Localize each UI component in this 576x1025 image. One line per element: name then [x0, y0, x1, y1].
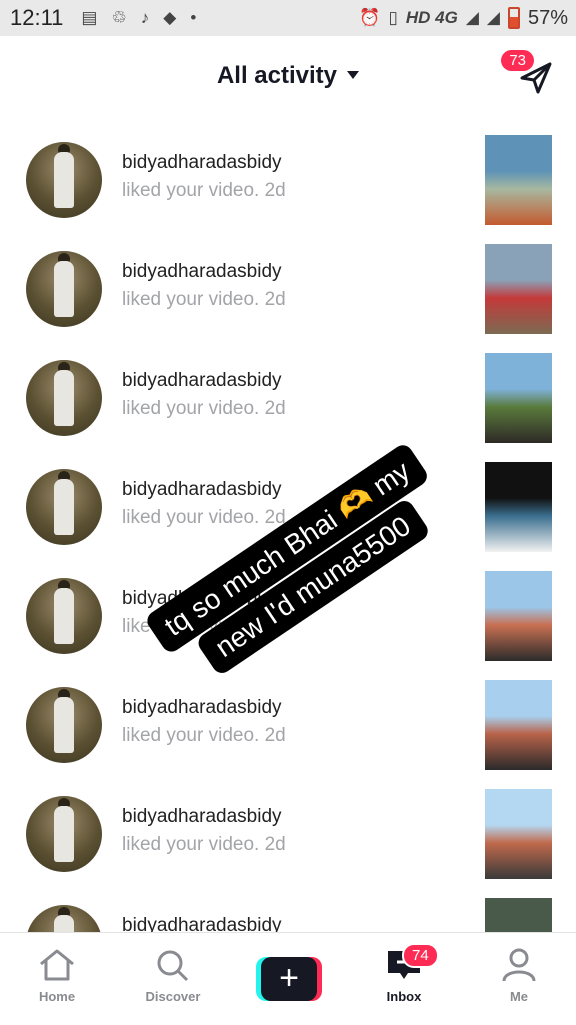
activity-action: liked your video.	[122, 180, 260, 201]
message-notification-icon: ▤	[81, 8, 98, 27]
activity-age: 2d	[264, 725, 286, 746]
video-thumbnail[interactable]	[485, 462, 552, 552]
activity-age: 2d	[264, 398, 286, 419]
header: All activity 73	[0, 36, 576, 122]
video-thumbnail[interactable]	[485, 244, 552, 334]
activity-text: liked your video. 2d	[122, 289, 286, 311]
avatar[interactable]	[26, 796, 102, 872]
status-time: 12:11	[10, 5, 64, 30]
activity-username[interactable]: bidyadharadasbidy	[122, 806, 282, 828]
network-type: HD 4G	[405, 8, 458, 27]
avatar[interactable]	[26, 360, 102, 436]
activity-username[interactable]: bidyadharadasbidy	[122, 697, 282, 719]
profile-icon	[502, 948, 536, 982]
video-thumbnail[interactable]	[485, 898, 552, 932]
activity-text: liked your video. 2d	[122, 507, 286, 529]
search-icon	[157, 950, 189, 982]
notification-icons: ▤ ♲ ♪ ◆ •	[81, 8, 196, 28]
home-icon	[40, 949, 74, 981]
payment-notification-icon: ◆	[163, 8, 177, 27]
battery-percent: 57%	[527, 6, 568, 29]
plus-icon: +	[261, 957, 317, 1001]
activity-username[interactable]: bidyadharadasbidy	[122, 261, 282, 283]
avatar[interactable]	[26, 578, 102, 654]
tab-inbox-label: Inbox	[386, 989, 422, 1004]
battery-icon	[507, 7, 520, 29]
activity-row[interactable]: bidyadharadasbidy liked your video. 2d	[0, 667, 576, 776]
avatar[interactable]	[26, 251, 102, 327]
activity-username[interactable]: bidyadharadasbidy	[122, 152, 282, 174]
activity-age: 2d	[264, 180, 286, 201]
activity-filter-dropdown[interactable]: All activity	[0, 62, 576, 90]
activity-text: liked your video. 2d	[122, 398, 286, 420]
video-thumbnail[interactable]	[485, 571, 552, 661]
activity-username[interactable]: bidyadharadasbidy	[122, 370, 282, 392]
avatar[interactable]	[26, 687, 102, 763]
inbox-badge: 74	[402, 943, 439, 968]
video-thumbnail[interactable]	[485, 135, 552, 225]
activity-age: 2d	[264, 289, 286, 310]
activity-row[interactable]: bidyadharadasbidy liked your video. 2d	[0, 776, 576, 885]
activity-action: liked your video.	[122, 289, 260, 310]
tab-discover[interactable]: Discover	[123, 947, 223, 1004]
avatar[interactable]	[26, 469, 102, 545]
page-title: All activity	[216, 62, 338, 89]
activity-username[interactable]: bidyadharadasbidy	[122, 915, 282, 932]
activity-row[interactable]: bidyadharadasbidy	[0, 885, 576, 932]
tiktok-notification-icon: ♪	[140, 8, 150, 27]
caret-down-icon	[347, 70, 360, 79]
video-thumbnail[interactable]	[485, 680, 552, 770]
alarm-icon: ⏰	[359, 8, 381, 27]
dm-badge: 73	[501, 50, 534, 71]
tab-me[interactable]: Me	[469, 947, 569, 1004]
status-bar: 12:11 ▤ ♲ ♪ ◆ • ⏰ ▯ HD 4G ◢ ◢ 57%	[0, 0, 576, 36]
create-video-button[interactable]: +	[256, 957, 322, 1001]
activity-row[interactable]: bidyadharadasbidy liked your video. 2d	[0, 231, 576, 340]
avatar[interactable]	[26, 905, 102, 932]
sync-notification-icon: ♲	[111, 8, 127, 27]
tab-inbox[interactable]: Inbox 74	[354, 943, 454, 1004]
activity-action: liked your video.	[122, 507, 260, 528]
activity-row[interactable]: bidyadharadasbidy liked your video. 2d	[0, 340, 576, 449]
vibrate-icon: ▯	[388, 8, 398, 27]
video-thumbnail[interactable]	[485, 789, 552, 879]
video-thumbnail[interactable]	[485, 353, 552, 443]
status-right: ⏰ ▯ HD 4G ◢ ◢ 57%	[359, 0, 568, 36]
tab-home-label: Home	[38, 989, 76, 1004]
activity-action: liked your video.	[122, 834, 260, 855]
dot-icon: •	[190, 8, 197, 27]
activity-text: liked your video. 2d	[122, 834, 286, 856]
activity-action: liked your video.	[122, 725, 260, 746]
tab-me-label: Me	[509, 989, 529, 1004]
activity-action: liked your video.	[122, 398, 260, 419]
signal-icon: ◢	[465, 8, 479, 27]
activity-username[interactable]: bidyadharadasbidy	[122, 479, 282, 501]
activity-text: liked your video. 2d	[122, 180, 286, 202]
activity-age: 2d	[264, 834, 286, 855]
avatar[interactable]	[26, 142, 102, 218]
tab-home[interactable]: Home	[7, 947, 107, 1004]
activity-text: liked your video. 2d	[122, 725, 286, 747]
activity-row[interactable]: bidyadharadasbidy liked your video. 2d	[0, 122, 576, 231]
bottom-tab-bar: Home Discover + Inbox 74 Me	[0, 932, 576, 1025]
tab-discover-label: Discover	[145, 989, 201, 1004]
signal-2-icon: ◢	[486, 8, 500, 27]
